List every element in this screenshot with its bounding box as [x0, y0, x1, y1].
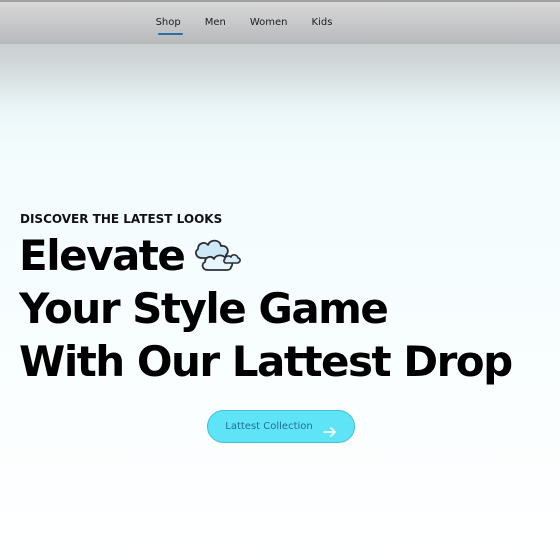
page: Shop Men Women Kids DISCOVER THE LATEST … — [0, 0, 560, 560]
main-nav: Shop Men Women Kids — [0, 2, 560, 44]
latest-collection-button-label: Lattest Collection — [225, 421, 313, 432]
hero-title-line-1-text: Elevate — [19, 231, 186, 280]
hero-title-line-2: Your Style Game — [19, 284, 389, 333]
hero-title-line-3: With Our Lattest Drop — [19, 337, 513, 386]
nav-item-men[interactable]: Men — [205, 16, 226, 30]
hero-title-line-1: Elevate — [19, 229, 512, 282]
latest-collection-button[interactable]: Lattest Collection — [207, 410, 355, 443]
hero-title: Elevate Your Style Game With Our Lattest… — [19, 229, 513, 388]
nav-item-shop[interactable]: Shop — [156, 16, 183, 35]
top-navbar: Shop Men Women Kids — [0, 0, 560, 44]
nav-item-kids[interactable]: Kids — [312, 16, 333, 30]
nav-item-women[interactable]: Women — [250, 16, 288, 30]
cloud-icon — [188, 232, 242, 276]
arrow-right-icon — [322, 422, 337, 437]
hero-eyebrow: DISCOVER THE LATEST LOOKS — [20, 212, 223, 226]
